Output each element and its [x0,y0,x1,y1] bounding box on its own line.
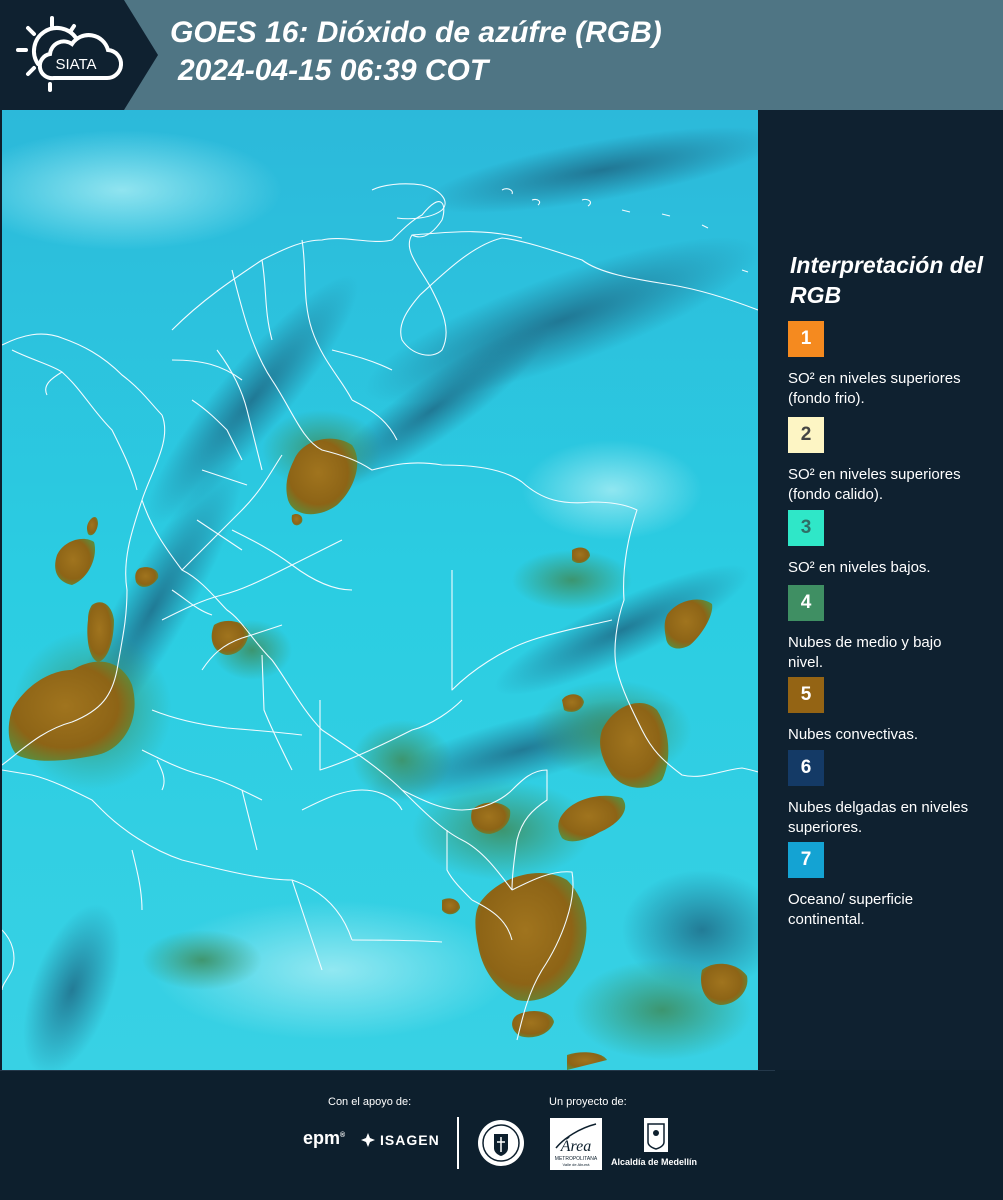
alcaldia-label: Alcaldía de Medellín [611,1157,698,1167]
legend-label-3: SO² en niveles bajos. [788,559,931,576]
legend-label-2: SO² en niveles superiores (fondo calido)… [788,466,961,503]
footer-divider [0,1070,775,1071]
sun-cloud-logo-icon: SIATA [16,16,124,92]
legend-label-1: SO² en niveles superiores (fondo frio). [788,370,961,407]
epm-text: epm [303,1128,341,1148]
legend-label-7: Oceano/ superficie continental. [788,891,914,928]
isagen-text: ISAGEN [380,1132,440,1148]
legend-item-3: 3 SO² en niveles bajos. [788,510,988,578]
legend-item-7: 7 Oceano/ superficie continental. [788,842,988,930]
project-label: Un proyecto de: [549,1096,627,1108]
legend-swatch-2: 2 [788,417,824,453]
legend-swatch-4: 4 [788,585,824,621]
isagen-logo: ISAGEN [360,1132,440,1148]
footer: Con el apoyo de: Un proyecto de: epm® IS… [0,1070,1003,1200]
legend-swatch-5: 5 [788,677,824,713]
siata-logo-block: SIATA [0,0,158,110]
legend-swatch-3: 3 [788,510,824,546]
area-logo-text: Área [560,1136,592,1155]
legend-item-1: 1 SO² en niveles superiores (fondo frio)… [788,321,988,409]
legend-label-5: Nubes convectivas. [788,726,919,743]
title-line-2: 2024-04-15 06:39 COT [178,54,489,87]
legend-label-4: Nubes de medio y bajo nivel. [788,634,942,671]
footer-vertical-divider [457,1117,459,1169]
legend-swatch-7: 7 [788,842,824,878]
legend-item-2: 2 SO² en niveles superiores (fondo calid… [788,417,988,505]
legend-item-5: 5 Nubes convectivas. [788,677,988,745]
satellite-map [2,110,758,1070]
title-line-1: GOES 16: Dióxido de azúfre (RGB) [170,16,662,49]
rgb-map-image [2,110,758,1070]
legend-swatch-1: 1 [788,321,824,357]
header-bar: SIATA GOES 16: Dióxido de azúfre (RGB) 2… [0,0,1003,110]
legend-item-4: 4 Nubes de medio y bajo nivel. [788,585,988,673]
university-seal-icon [478,1120,524,1166]
legend-label-6: Nubes delgadas en niveles superiores. [788,799,969,836]
legend-swatch-6: 6 [788,750,824,786]
epm-logo: epm® [303,1128,346,1148]
legend-title: Interpretación del RGB [790,252,983,308]
legend-panel: Interpretación del RGB 1 SO² en niveles … [760,110,1003,1070]
area-logo-sub2: Valle de Aburrá [562,1162,590,1167]
isagen-mark-icon [361,1133,375,1147]
logo-text: SIATA [55,56,96,73]
legend-item-6: 6 Nubes delgadas en niveles superiores. [788,750,988,838]
support-label: Con el apoyo de: [328,1096,412,1108]
area-metropolitana-logo: Área METROPOLITANA Valle de Aburrá [550,1118,602,1170]
page-title: GOES 16: Dióxido de azúfre (RGB) 2024-04… [170,14,662,90]
